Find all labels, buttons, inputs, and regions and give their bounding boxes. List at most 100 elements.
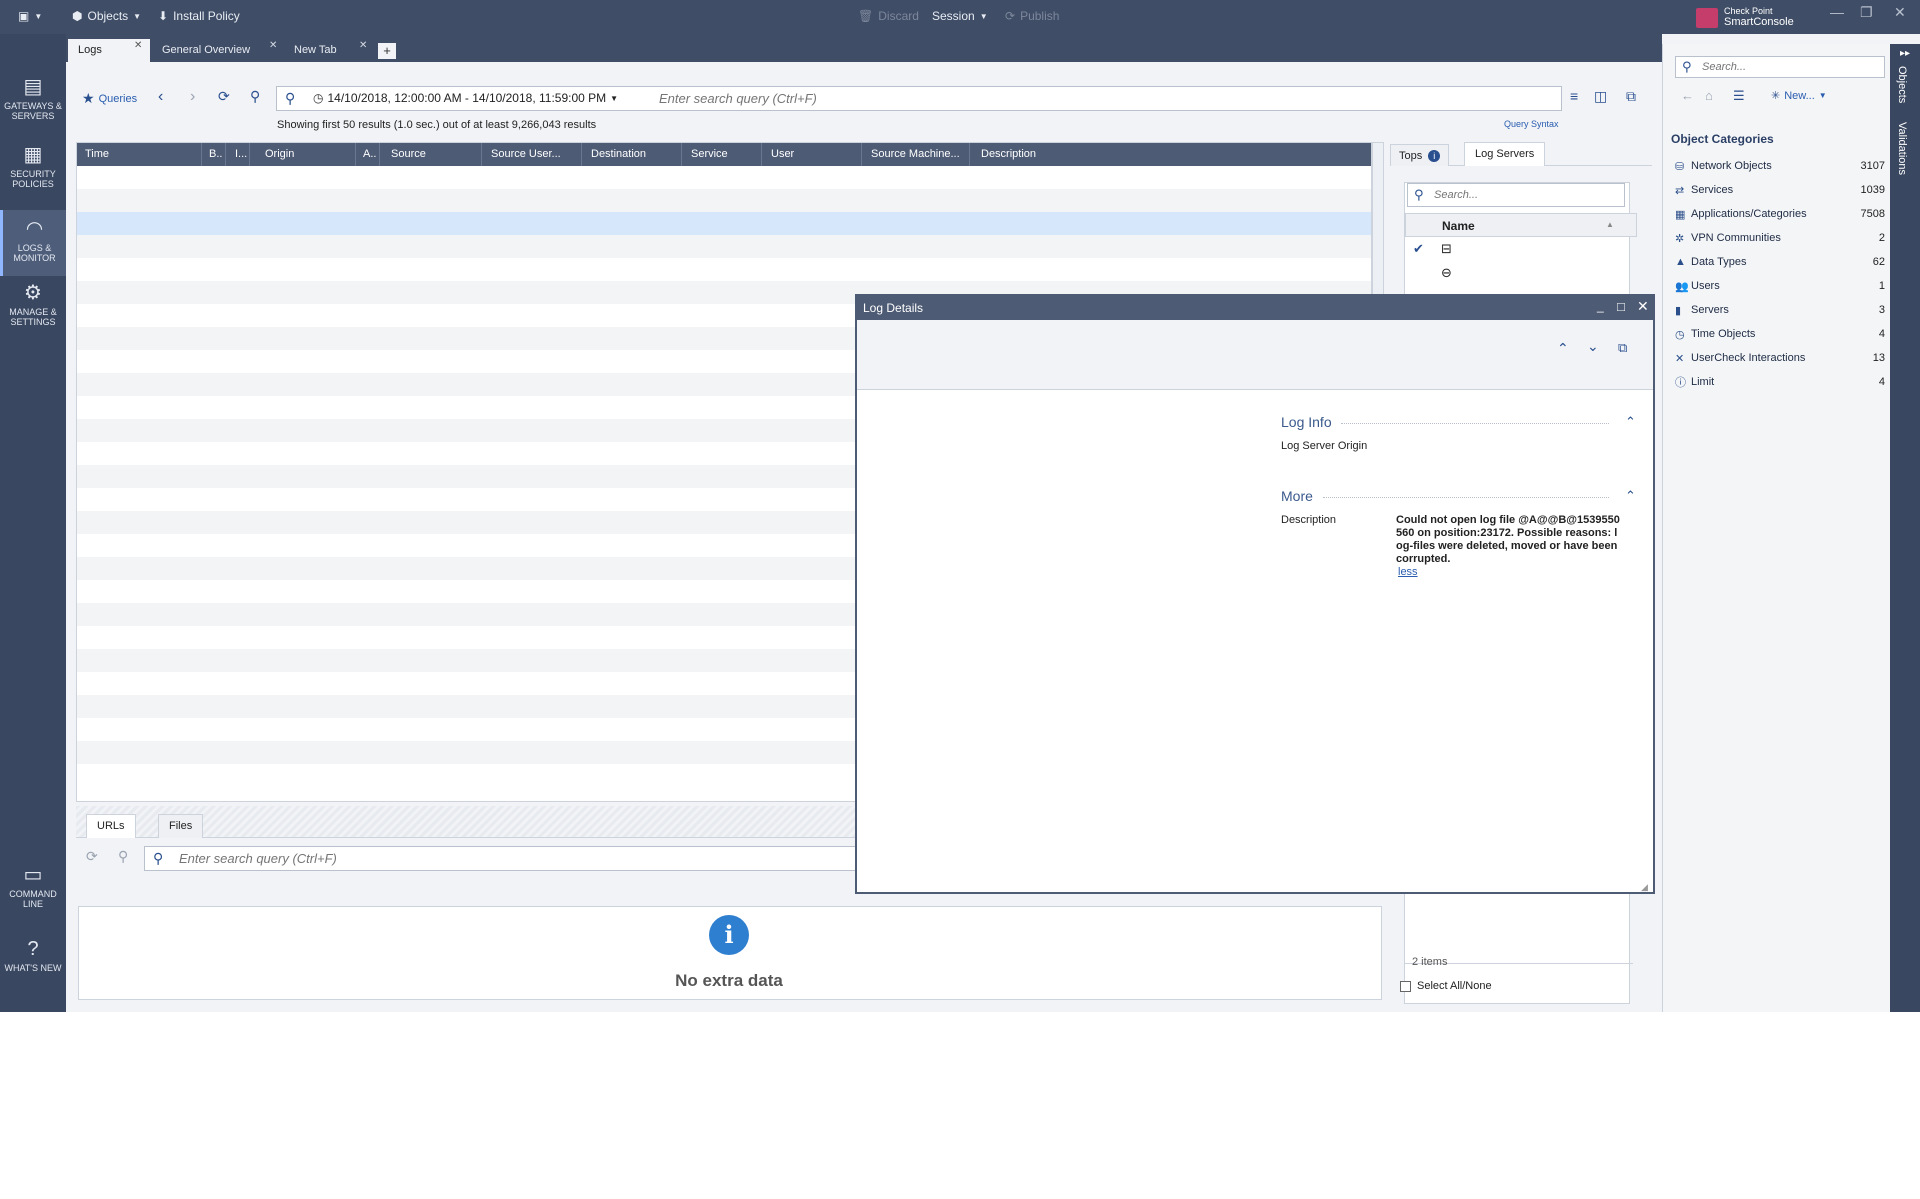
log-servers-search-input[interactable]: [1434, 187, 1620, 203]
tab-general-overview[interactable]: General Overview: [152, 39, 282, 62]
column-header-source-user[interactable]: Source User...: [491, 148, 561, 160]
install-policy-button[interactable]: ⬇ Install Policy: [158, 9, 240, 23]
right-vertical-strip: ▸▸ Objects Validations: [1890, 44, 1920, 1012]
collapse-section-icon[interactable]: ⌃: [1625, 488, 1636, 504]
discard-button[interactable]: 🗑 Discard: [858, 9, 919, 23]
tab-files[interactable]: Files: [158, 814, 204, 838]
column-header-destination[interactable]: Destination: [591, 148, 646, 160]
object-category-item[interactable]: ✕ UserCheck Interactions 13: [1675, 348, 1885, 368]
object-category-item[interactable]: ⓘ Limit 4: [1675, 372, 1885, 392]
table-row-selected[interactable]: [77, 212, 1371, 235]
nav-label: COMMAND LINE: [9, 889, 57, 909]
column-header-source[interactable]: Source: [391, 148, 426, 160]
object-category-item[interactable]: ▮ Servers 3: [1675, 300, 1885, 320]
category-count: 62: [1872, 256, 1885, 268]
home-icon[interactable]: ⌂: [1705, 88, 1713, 103]
object-category-item[interactable]: ◷ Time Objects 4: [1675, 324, 1885, 344]
app-menu-button[interactable]: ▣ ▼: [18, 9, 42, 23]
add-tab-icon[interactable]: +: [378, 43, 396, 59]
restore-window-icon[interactable]: ❐: [1860, 4, 1873, 21]
column-header-time[interactable]: Time: [85, 148, 109, 160]
category-count: 13: [1872, 352, 1885, 364]
tab-tops[interactable]: Tops i: [1390, 144, 1450, 166]
object-category-item[interactable]: ▦ Applications/Categories 7508: [1675, 204, 1885, 224]
network-objects-icon: ⛁: [1675, 160, 1685, 173]
session-menu-button[interactable]: Session ▼: [932, 9, 988, 23]
search-options-icon[interactable]: ⚲: [118, 848, 128, 865]
new-object-button[interactable]: ✳ New... ▼: [1771, 89, 1827, 103]
column-header-source-machine[interactable]: Source Machine...: [871, 148, 960, 160]
info-icon: i: [709, 915, 749, 955]
maximize-icon[interactable]: □: [1617, 299, 1625, 314]
object-category-item[interactable]: ⛁ Network Objects 3107: [1675, 156, 1885, 176]
column-header-description[interactable]: Description: [981, 148, 1036, 160]
category-count: 1039: [1860, 184, 1885, 196]
object-category-item[interactable]: ✲ VPN Communities 2: [1675, 228, 1885, 248]
object-category-item[interactable]: ▲ Data Types 62: [1675, 252, 1885, 272]
nav-security-policies[interactable]: ▦ SECURITY POLICIES: [0, 144, 66, 208]
copy-icon[interactable]: ⧉: [1618, 340, 1627, 356]
close-tab-icon[interactable]: ✕: [134, 40, 142, 51]
list-view-icon[interactable]: ☰: [1733, 88, 1745, 104]
table-row[interactable]: [77, 235, 1371, 258]
close-tab-icon[interactable]: ✕: [269, 40, 277, 51]
log-details-titlebar[interactable]: Log Details _ □ ✕: [857, 296, 1653, 320]
refresh-icon[interactable]: ⟳: [218, 88, 230, 105]
resize-grip-icon[interactable]: ◢: [1641, 882, 1648, 893]
collapse-panel-icon[interactable]: ▸▸: [1900, 48, 1910, 59]
tab-label: URLs: [97, 820, 125, 832]
object-category-item[interactable]: 👥 Users 1: [1675, 276, 1885, 296]
column-header-user[interactable]: User: [771, 148, 794, 160]
forward-icon[interactable]: ›: [190, 88, 195, 106]
close-tab-icon[interactable]: ✕: [359, 40, 367, 51]
time-range-selector[interactable]: ◷ 14/10/2018, 12:00:00 AM - 14/10/2018, …: [313, 91, 618, 105]
table-row[interactable]: [77, 189, 1371, 212]
nav-manage-settings[interactable]: ⚙ MANAGE & SETTINGS: [0, 282, 66, 346]
nav-command-line[interactable]: ▭ COMMAND LINE: [0, 864, 66, 924]
search-options-icon[interactable]: ⚲: [250, 88, 260, 105]
close-window-icon[interactable]: ✕: [1894, 4, 1906, 21]
no-extra-data-area: i No extra data: [78, 906, 1382, 1000]
objects-vertical-tab[interactable]: Objects: [1896, 66, 1908, 103]
name-column-header[interactable]: Name: [1442, 219, 1475, 233]
tab-log-servers[interactable]: Log Servers: [1464, 142, 1546, 166]
column-header-blade[interactable]: B..: [209, 148, 222, 160]
column-header-type[interactable]: I...: [235, 148, 247, 160]
objects-search-input[interactable]: [1702, 59, 1878, 75]
column-header-service[interactable]: Service: [691, 148, 728, 160]
panel-layout-icon[interactable]: ◫: [1594, 88, 1607, 105]
nav-logs-monitor[interactable]: ◠ LOGS & MONITOR: [0, 210, 66, 276]
query-syntax-link[interactable]: Query Syntax: [1504, 119, 1559, 129]
publish-icon: ⟳: [1005, 9, 1016, 23]
select-all-checkbox[interactable]: Select All/None: [1400, 980, 1492, 992]
column-header-origin[interactable]: Origin: [265, 148, 294, 160]
collapse-section-icon[interactable]: ⌃: [1625, 414, 1636, 430]
back-icon[interactable]: ‹: [158, 88, 163, 106]
back-icon[interactable]: ←: [1681, 88, 1694, 103]
minimize-icon[interactable]: _: [1597, 299, 1604, 313]
log-search-input[interactable]: [659, 89, 1549, 108]
search-icon: ⚲: [285, 90, 296, 106]
policies-icon: ▦: [23, 144, 43, 166]
open-window-icon[interactable]: ⧉: [1626, 88, 1636, 105]
minimize-window-icon[interactable]: —: [1830, 4, 1844, 20]
previous-log-icon[interactable]: ⌃: [1557, 340, 1569, 357]
validations-vertical-tab[interactable]: Validations: [1896, 122, 1908, 175]
checked-icon[interactable]: ✔: [1413, 241, 1424, 257]
nav-whats-new[interactable]: ? WHAT'S NEW: [0, 938, 66, 998]
nav-gateways-servers[interactable]: ▤ GATEWAYS & SERVERS: [0, 76, 66, 140]
table-row[interactable]: [77, 258, 1371, 281]
less-link[interactable]: less: [1398, 566, 1418, 578]
queries-button[interactable]: ★ Queries: [82, 90, 137, 107]
objects-menu-label: Objects: [87, 9, 129, 23]
next-log-icon[interactable]: ⌄: [1587, 338, 1599, 355]
menu-icon[interactable]: ≡: [1570, 88, 1578, 104]
column-header-action[interactable]: A..: [363, 148, 376, 160]
tab-urls[interactable]: URLs: [86, 814, 136, 838]
objects-menu-button[interactable]: ⬢ Objects ▼: [72, 9, 141, 23]
refresh-icon[interactable]: ⟳: [86, 848, 98, 865]
object-category-item[interactable]: ⇄ Services 1039: [1675, 180, 1885, 200]
close-icon[interactable]: ✕: [1637, 298, 1649, 315]
table-row[interactable]: [77, 166, 1371, 189]
publish-button[interactable]: ⟳ Publish: [1005, 9, 1059, 23]
